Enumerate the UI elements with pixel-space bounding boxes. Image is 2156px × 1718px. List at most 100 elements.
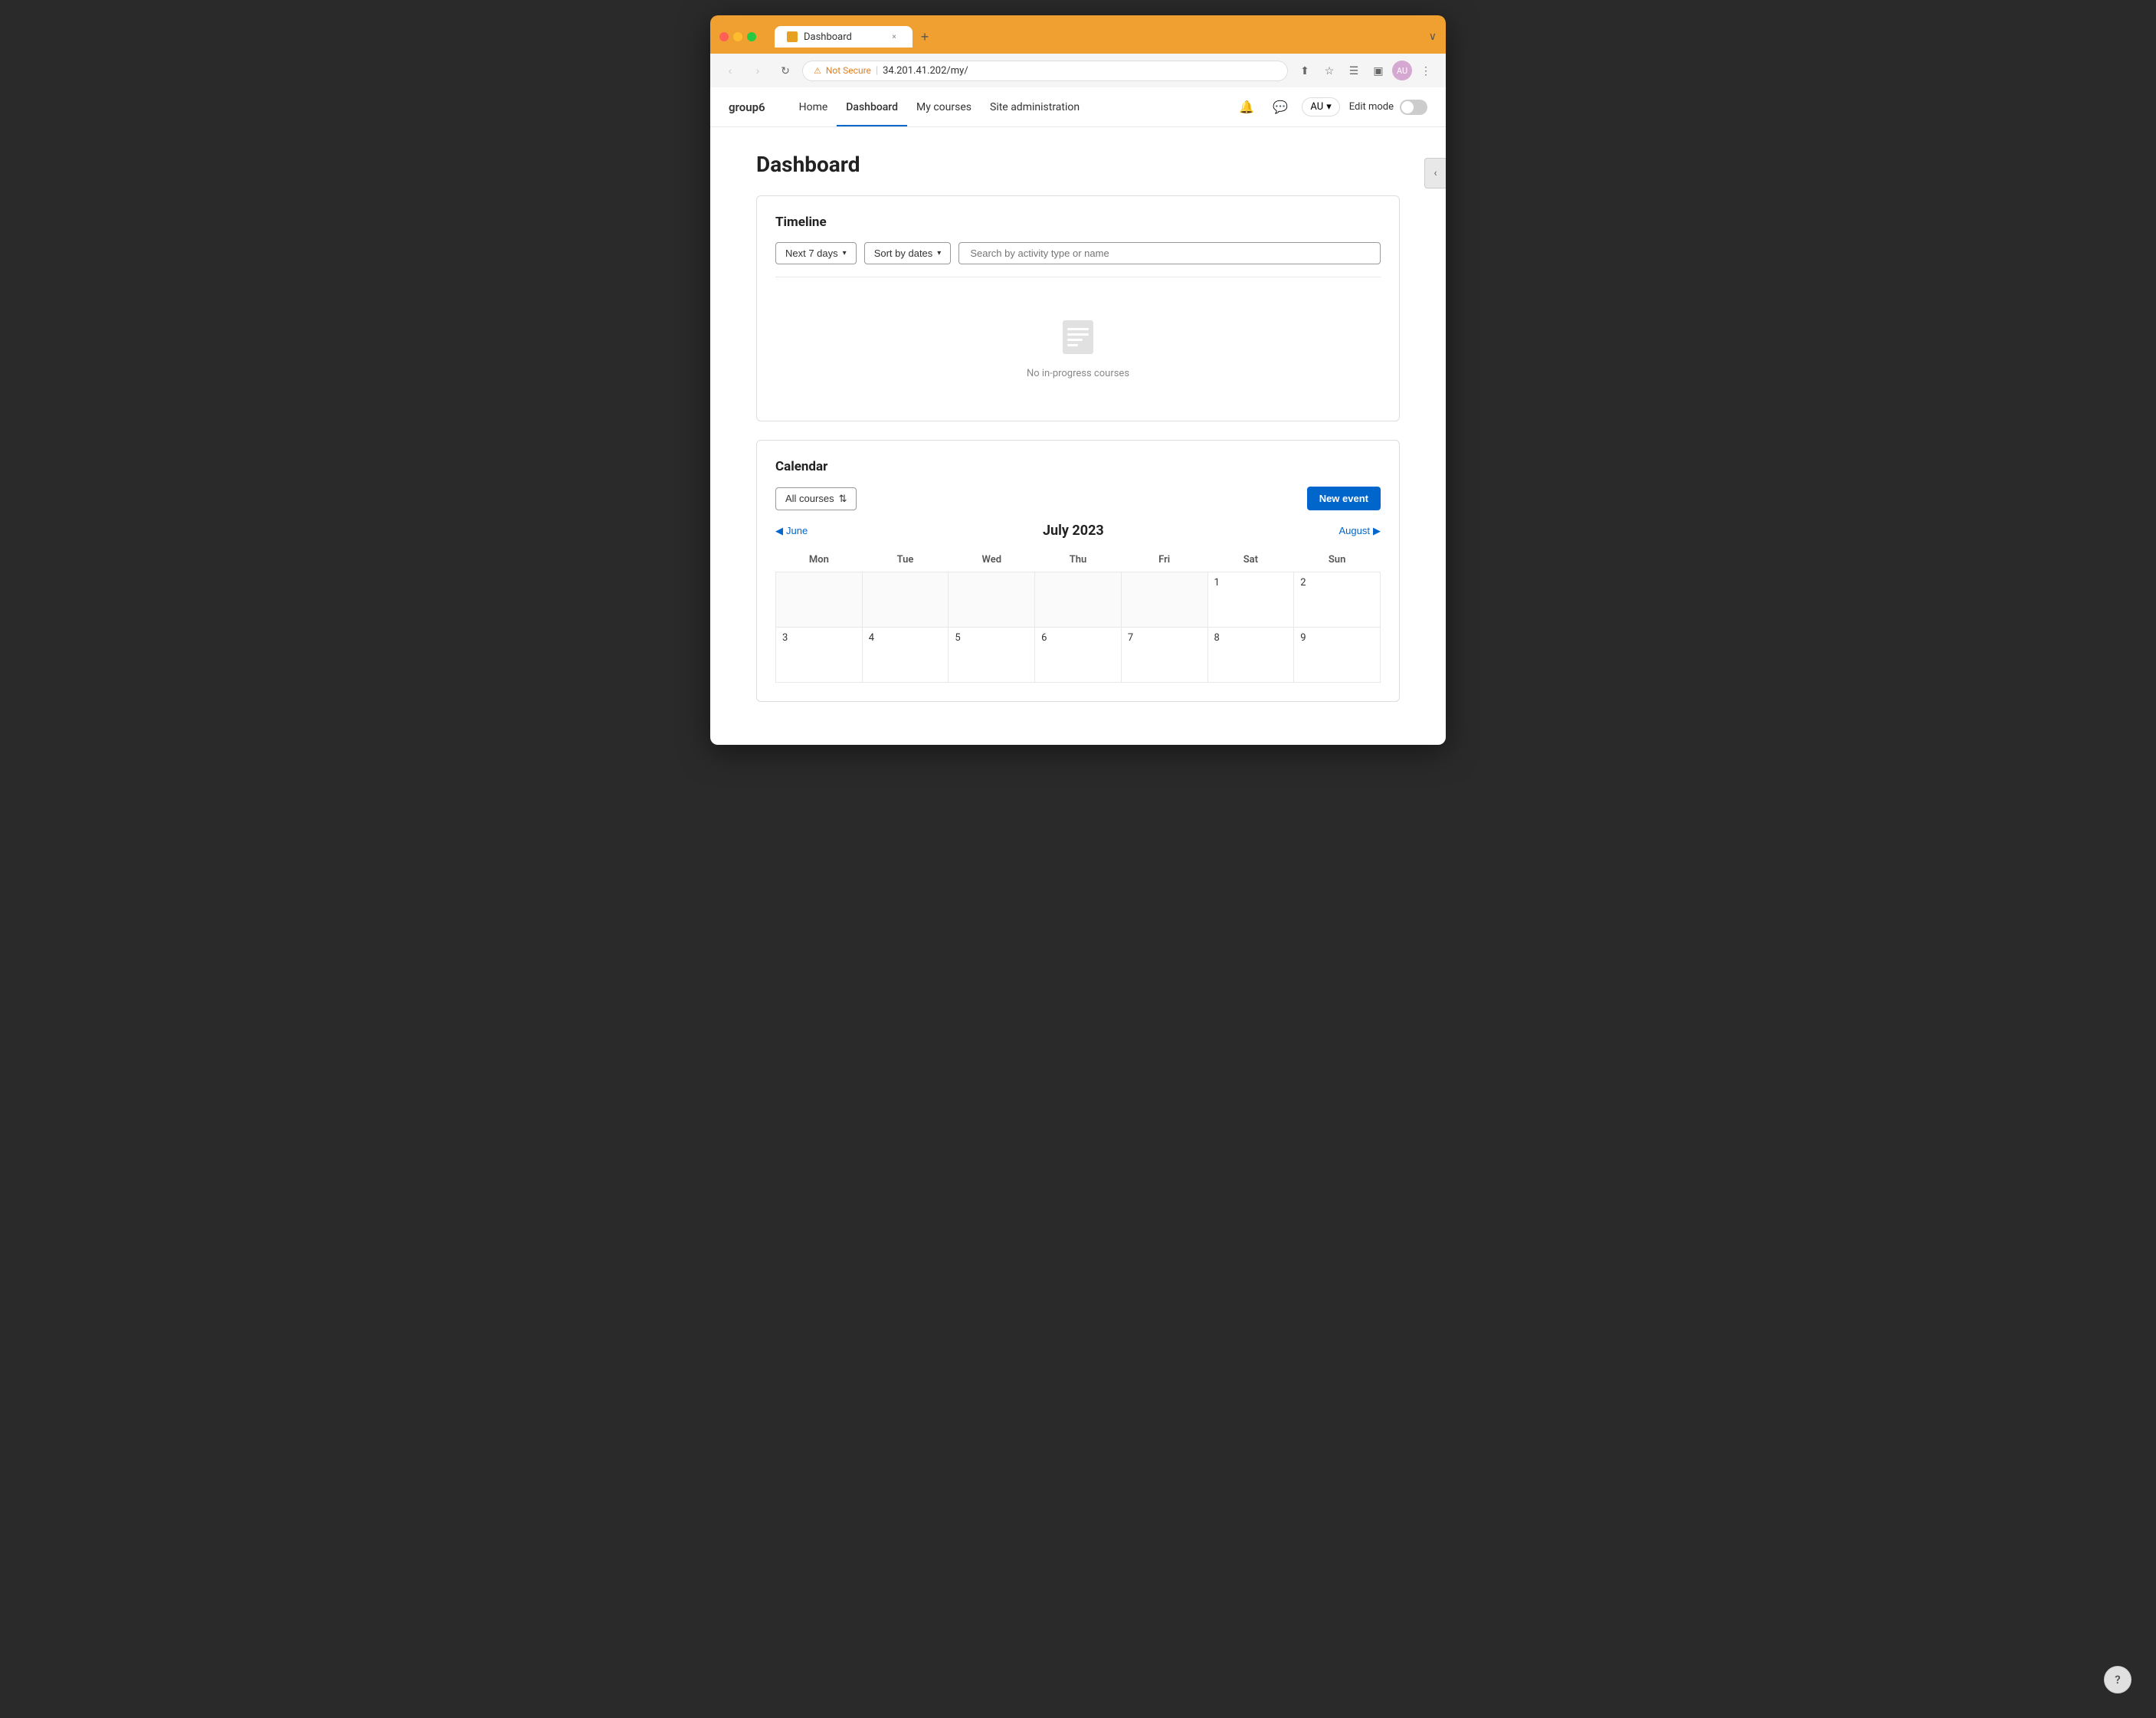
user-menu[interactable]: AU ▾: [1302, 97, 1339, 116]
calendar-day-cell[interactable]: 1: [1207, 572, 1294, 628]
tab-title: Dashboard: [804, 31, 852, 43]
browser-chrome: Dashboard × + ∨: [710, 15, 1446, 54]
day-header-sun: Sun: [1294, 548, 1381, 572]
prev-arrow: ◀: [775, 525, 783, 537]
profile-avatar[interactable]: AU: [1392, 61, 1412, 80]
calendar-day-cell[interactable]: [949, 572, 1035, 628]
prev-month-label: June: [786, 525, 808, 536]
browser-controls: ‹ › ↻ ⚠ Not Secure | 34.201.41.202/my/ ⬆…: [710, 54, 1446, 87]
traffic-lights: [719, 32, 756, 41]
calendar-day-cell[interactable]: 8: [1207, 628, 1294, 683]
filter-chevron: ▾: [843, 249, 847, 257]
user-initials: AU: [1310, 101, 1323, 113]
calendar-day-cell[interactable]: [862, 572, 949, 628]
minimize-traffic-light[interactable]: [733, 32, 742, 41]
edit-mode-switch[interactable]: [1400, 100, 1427, 115]
empty-text: No in-progress courses: [1027, 368, 1129, 379]
window-chevron: ∨: [1429, 31, 1437, 43]
new-tab-button[interactable]: +: [914, 26, 935, 48]
day-header-mon: Mon: [776, 548, 863, 572]
timeline-empty-state: No in-progress courses: [775, 293, 1381, 402]
sort-chevron: ▾: [937, 249, 941, 257]
calendar-day-cell[interactable]: 2: [1294, 572, 1381, 628]
back-button[interactable]: ‹: [719, 60, 741, 81]
day-header-sat: Sat: [1207, 548, 1294, 572]
site-logo: group6: [729, 100, 765, 114]
page-wrapper: group6 Home Dashboard My courses Site ad…: [710, 87, 1446, 745]
lock-icon: ⚠: [814, 66, 821, 76]
calendar-card: Calendar All courses ⇅ New event ◀ June: [756, 440, 1400, 702]
calendar-header: All courses ⇅ New event: [775, 487, 1381, 510]
timeline-filter-label: Next 7 days: [785, 248, 838, 259]
calendar-day-cell[interactable]: 6: [1035, 628, 1122, 683]
notifications-button[interactable]: 🔔: [1234, 95, 1259, 120]
browser-window: Dashboard × + ∨ ‹ › ↻ ⚠ Not Secure | 34.…: [710, 15, 1446, 745]
edit-mode-label: Edit mode: [1349, 101, 1394, 113]
top-nav: group6 Home Dashboard My courses Site ad…: [710, 87, 1446, 127]
search-input[interactable]: [958, 242, 1381, 264]
day-header-tue: Tue: [862, 548, 949, 572]
address-url: 34.201.41.202/my/: [883, 65, 968, 77]
close-traffic-light[interactable]: [719, 32, 729, 41]
nav-home[interactable]: Home: [790, 89, 837, 126]
day-header-wed: Wed: [949, 548, 1035, 572]
all-courses-label: All courses: [785, 493, 834, 504]
empty-state-icon: [1057, 316, 1099, 359]
timeline-filter-dropdown[interactable]: Next 7 days ▾: [775, 242, 857, 264]
calendar-day-cell[interactable]: [1121, 572, 1207, 628]
calendar-day-cell[interactable]: 3: [776, 628, 863, 683]
timeline-title: Timeline: [775, 215, 1381, 230]
tab-close-button[interactable]: ×: [888, 31, 900, 43]
calendar-day-cell[interactable]: 7: [1121, 628, 1207, 683]
all-courses-dropdown[interactable]: All courses ⇅: [775, 487, 857, 510]
nav-site-admin[interactable]: Site administration: [981, 89, 1089, 126]
calendar-header-row: Mon Tue Wed Thu Fri Sat Sun: [776, 548, 1381, 572]
day-header-fri: Fri: [1121, 548, 1207, 572]
calendar-day-cell[interactable]: 9: [1294, 628, 1381, 683]
current-month-title: July 2023: [808, 523, 1338, 539]
calendar-day-cell[interactable]: [776, 572, 863, 628]
reload-button[interactable]: ↻: [775, 60, 796, 81]
share-button[interactable]: ⬆: [1294, 60, 1316, 81]
sidebar-toggle-button[interactable]: ‹: [1424, 158, 1446, 189]
forward-button[interactable]: ›: [747, 60, 768, 81]
nav-links: Home Dashboard My courses Site administr…: [790, 89, 1089, 126]
sort-label: Sort by dates: [874, 248, 933, 259]
not-secure-label: Not Secure: [826, 65, 871, 76]
timeline-controls: Next 7 days ▾ Sort by dates ▾: [775, 242, 1381, 264]
maximize-traffic-light[interactable]: [747, 32, 756, 41]
bookmark-button[interactable]: ☆: [1319, 60, 1340, 81]
calendar-week-1: 12: [776, 572, 1381, 628]
browser-actions: ⬆ ☆ ☰ ▣ AU ⋮: [1294, 60, 1437, 81]
address-separator: |: [876, 65, 878, 77]
next-month-button[interactable]: August ▶: [1339, 525, 1381, 537]
messages-button[interactable]: 💬: [1268, 95, 1293, 120]
calendar-week-2: 3456789: [776, 628, 1381, 683]
sidebar-button[interactable]: ▣: [1368, 60, 1389, 81]
nav-my-courses[interactable]: My courses: [907, 89, 981, 126]
edit-mode-toggle: Edit mode: [1349, 100, 1427, 115]
main-content: ‹ Dashboard Timeline Next 7 days ▾ Sort …: [710, 127, 1446, 745]
calendar-nav: ◀ June July 2023 August ▶: [775, 523, 1381, 539]
calendar-day-cell[interactable]: 4: [862, 628, 949, 683]
nav-dashboard[interactable]: Dashboard: [837, 89, 907, 126]
nav-right: 🔔 💬 AU ▾ Edit mode: [1234, 95, 1427, 120]
active-tab[interactable]: Dashboard ×: [775, 26, 913, 48]
more-button[interactable]: ⋮: [1415, 60, 1437, 81]
calendar-day-cell[interactable]: [1035, 572, 1122, 628]
next-month-label: August: [1339, 525, 1370, 536]
timeline-card: Timeline Next 7 days ▾ Sort by dates ▾: [756, 195, 1400, 421]
next-arrow: ▶: [1373, 525, 1381, 537]
day-header-thu: Thu: [1035, 548, 1122, 572]
courses-sort-icon: ⇅: [839, 493, 847, 505]
tab-favicon: [787, 31, 798, 42]
tab-bar: Dashboard × +: [775, 26, 1423, 48]
calendar-title: Calendar: [775, 459, 1381, 474]
prev-month-button[interactable]: ◀ June: [775, 525, 808, 537]
calendar-day-cell[interactable]: 5: [949, 628, 1035, 683]
page-title: Dashboard: [756, 152, 1400, 177]
extensions-button[interactable]: ☰: [1343, 60, 1365, 81]
sort-dropdown[interactable]: Sort by dates ▾: [864, 242, 952, 264]
address-bar[interactable]: ⚠ Not Secure | 34.201.41.202/my/: [802, 61, 1288, 81]
new-event-button[interactable]: New event: [1307, 487, 1381, 510]
